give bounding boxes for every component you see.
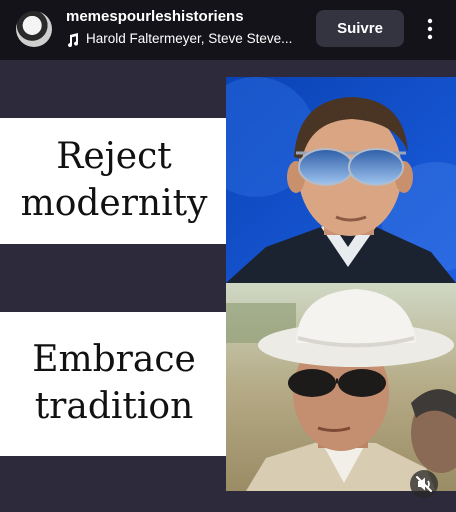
music-note-icon [68,33,79,47]
caption-line: Embrace [32,339,196,381]
meme-caption-top: Reject modernity [0,118,228,244]
volume-muted-icon[interactable] [410,470,438,498]
more-vertical-icon[interactable] [424,17,436,41]
caption-line: Reject [56,136,172,178]
caption-line: modernity [20,183,208,224]
caption-line: tradition [34,386,194,427]
meme-caption-bottom: Embrace tradition [0,312,228,456]
meme-photo-top [226,77,456,283]
meme-photo-bottom [226,283,456,491]
avatar[interactable] [16,11,52,47]
username[interactable]: memespourleshistoriens [66,8,244,25]
post-header: memespourleshistoriens Harold Faltermeye… [0,0,456,60]
follow-button[interactable]: Suivre [316,10,404,47]
music-track[interactable]: Harold Faltermeyer, Steve Steve... [86,31,308,46]
